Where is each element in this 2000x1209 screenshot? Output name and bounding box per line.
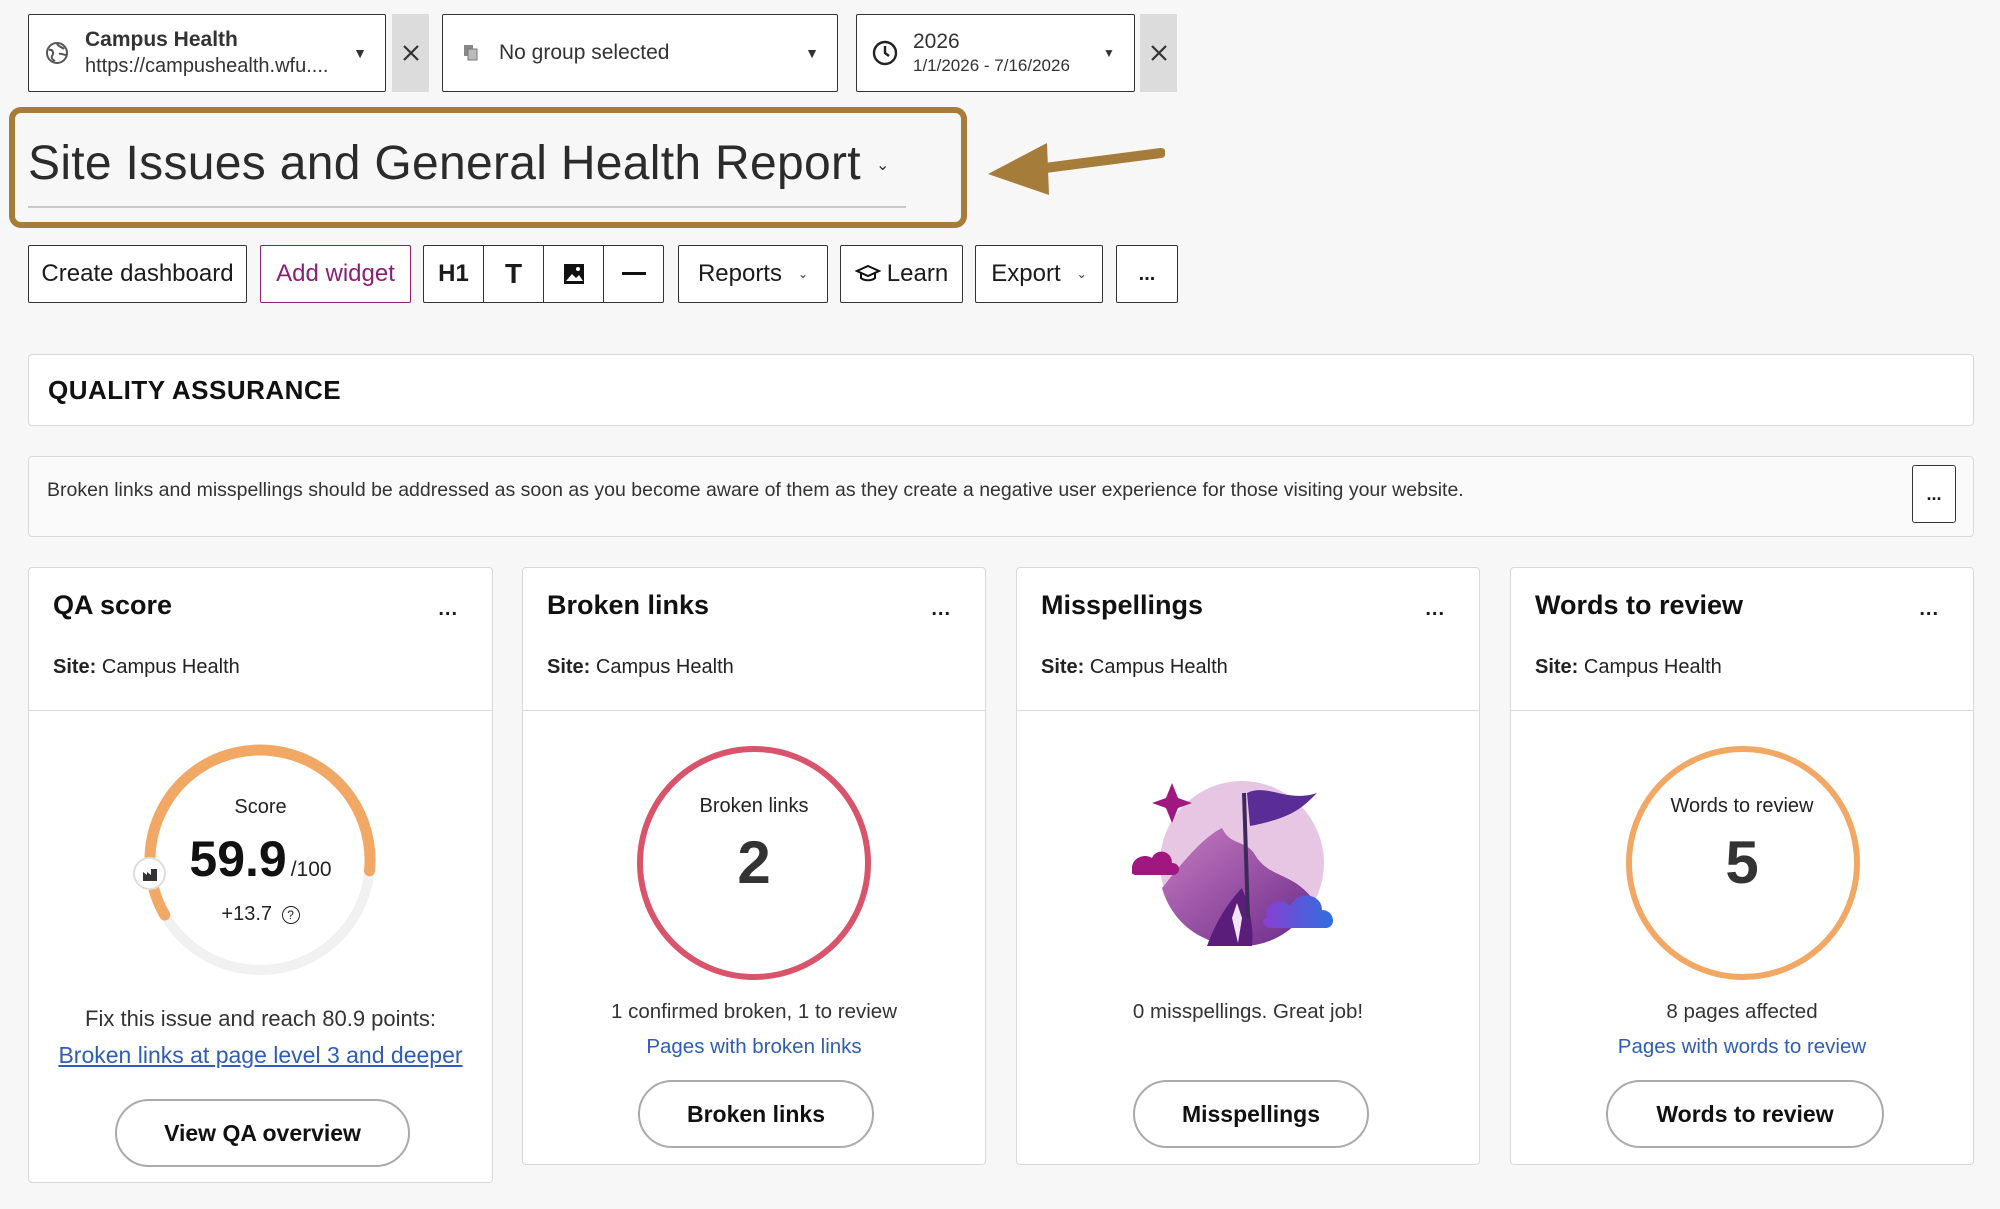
learn-label: Learn [886, 260, 949, 287]
image-icon [563, 264, 584, 284]
misspellings-card: Misspellings ... Site: Campus Health 0 m… [1016, 567, 1480, 1165]
insert-tool-group: H1 T [423, 245, 664, 303]
site-value: Campus Health [1583, 656, 1722, 678]
site-value: Campus Health [595, 656, 734, 678]
view-qa-overview-button[interactable]: View QA overview [115, 1099, 410, 1167]
reports-label: Reports [697, 260, 782, 287]
site-label: Site: [1535, 656, 1579, 678]
misspellings-caption: 0 misspellings. Great job! [1132, 1000, 1364, 1023]
close-icon [402, 45, 419, 61]
words-to-review-caption: 8 pages affected [1666, 1000, 1818, 1023]
learn-button[interactable]: Learn [840, 245, 963, 303]
qa-score-value: 59.9 [189, 831, 287, 887]
broken-links-count: 2 [737, 829, 771, 896]
reports-button[interactable]: Reports ⌄ [678, 245, 828, 303]
qa-score-change: +13.7 [221, 903, 273, 925]
card-site: Site: Campus Health [1535, 656, 1722, 679]
group-selector[interactable]: No group selected ▼ [442, 14, 838, 92]
site-value: Campus Health [1089, 656, 1228, 678]
misspellings-button[interactable]: Misspellings [1133, 1080, 1369, 1148]
clock-icon [871, 39, 899, 67]
chevron-down-icon: ▼ [805, 45, 819, 61]
card-title: QA score [53, 590, 173, 620]
ring-label: Words to review [1670, 795, 1814, 817]
title-underline [28, 206, 906, 208]
site-label: Site: [53, 656, 97, 678]
card-title: Misspellings [1041, 590, 1204, 620]
card-site: Site: Campus Health [53, 656, 240, 679]
words-to-review-count: 5 [1725, 829, 1759, 896]
graduation-cap-icon [854, 264, 881, 282]
mountain-flag-illustration [1132, 781, 1334, 946]
group-icon [457, 39, 485, 67]
chevron-down-icon: ▼ [353, 45, 367, 61]
card-title: Broken links [547, 590, 710, 620]
broken-links-button[interactable]: Broken links [638, 1080, 874, 1148]
caret-down-icon: ▼ [1103, 46, 1115, 60]
site-url: https://campushealth.wfu.... [85, 55, 329, 77]
fix-link[interactable]: Broken links at page level 3 and deeper [29, 1042, 492, 1069]
divider-button[interactable] [604, 246, 663, 302]
page-title: Site Issues and General Health Report [28, 137, 861, 190]
close-icon [1150, 45, 1167, 61]
card-header: QA score ... Site: Campus Health [29, 568, 492, 711]
ring-label: Broken links [699, 795, 809, 817]
globe-icon [43, 39, 71, 67]
h1-button[interactable]: H1 [424, 246, 484, 302]
card-site: Site: Campus Health [1041, 656, 1228, 679]
chevron-down-icon: ⌄ [1076, 267, 1087, 281]
words-to-review-button[interactable]: Words to review [1606, 1080, 1884, 1148]
group-label: No group selected [499, 41, 670, 64]
section-description-panel: Broken links and misspellings should be … [28, 456, 1974, 537]
card-menu-button[interactable]: ... [438, 598, 458, 621]
broken-links-caption: 1 confirmed broken, 1 to review [611, 1000, 897, 1023]
card-menu-button[interactable]: ... [1425, 598, 1445, 621]
section-header: QUALITY ASSURANCE [28, 354, 1974, 426]
export-label: Export [991, 260, 1061, 287]
help-icon[interactable]: ? [281, 905, 300, 924]
more-options-button[interactable]: ... [1116, 245, 1178, 303]
create-dashboard-button[interactable]: Create dashboard [28, 245, 247, 303]
card-title: Words to review [1535, 590, 1744, 620]
section-description: Broken links and misspellings should be … [47, 479, 1464, 501]
words-to-review-pages-link[interactable]: Pages with words to review [1511, 1035, 1973, 1059]
export-button[interactable]: Export ⌄ [975, 245, 1103, 303]
clear-site-button[interactable] [392, 14, 429, 92]
site-name: Campus Health [85, 28, 238, 51]
add-widget-button[interactable]: Add widget [260, 245, 411, 303]
section-more-button[interactable]: ... [1912, 465, 1956, 523]
annotation-arrow [988, 143, 1165, 195]
broken-links-pages-link[interactable]: Pages with broken links [523, 1035, 985, 1059]
text-icon: T [504, 258, 523, 289]
divider-icon [621, 272, 646, 275]
chevron-down-icon[interactable]: ⌄ [876, 155, 889, 175]
card-header: Misspellings ... Site: Campus Health [1017, 568, 1479, 711]
card-menu-button[interactable]: ... [931, 598, 951, 621]
section-title: QUALITY ASSURANCE [48, 375, 342, 405]
site-label: Site: [1041, 656, 1085, 678]
words-to-review-card: Words to review ... Site: Campus Health … [1510, 567, 1974, 1165]
date-year: 2026 [913, 30, 960, 53]
card-menu-button[interactable]: ... [1919, 598, 1939, 621]
site-selector[interactable]: Campus Health https://campushealth.wfu..… [28, 14, 386, 92]
site-label: Site: [547, 656, 591, 678]
qa-score-max: /100 [290, 858, 332, 881]
image-button[interactable] [544, 246, 604, 302]
date-selector[interactable]: 2026 1/1/2026 - 7/16/2026 ▼ [856, 14, 1135, 92]
broken-links-card: Broken links ... Site: Campus Health Bro… [522, 567, 986, 1165]
chevron-down-icon: ⌄ [797, 267, 809, 281]
site-value: Campus Health [101, 656, 240, 678]
qa-score-change-row: +13.7 ? [29, 903, 492, 926]
date-range: 1/1/2026 - 7/16/2026 [913, 56, 1070, 75]
qa-score-card: QA score ... Site: Campus Health Score 5… [28, 567, 493, 1183]
text-button[interactable]: T [484, 246, 544, 302]
qa-score-readout: 59.9/100 [29, 830, 492, 888]
fix-text: Fix this issue and reach 80.9 points: [85, 1006, 436, 1031]
card-site: Site: Campus Health [547, 656, 734, 679]
clear-date-button[interactable] [1140, 14, 1177, 92]
card-header: Words to review ... Site: Campus Health [1511, 568, 1973, 711]
card-header: Broken links ... Site: Campus Health [523, 568, 985, 711]
gauge-label: Score [234, 796, 287, 818]
